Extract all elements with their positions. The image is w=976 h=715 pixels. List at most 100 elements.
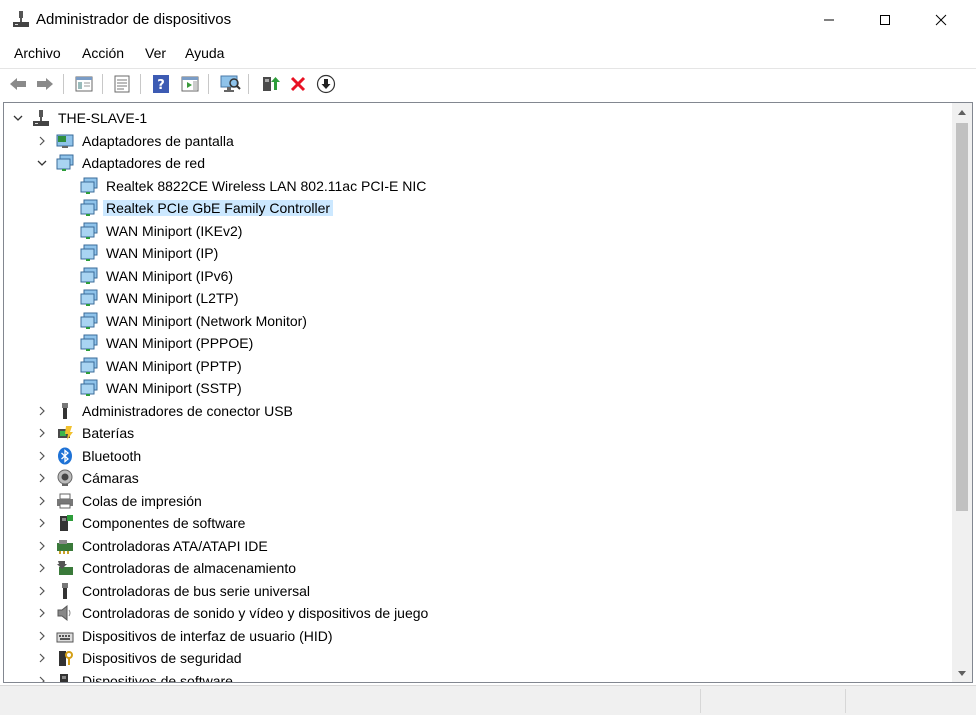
chevron-right-icon[interactable] (36, 630, 48, 642)
action-pane-button[interactable] (178, 72, 202, 96)
tree-category-adaptadores-de-pantalla[interactable]: Adaptadores de pantalla (4, 130, 952, 152)
display-adapter-icon (56, 134, 74, 148)
tree-device-realtek-8822ce[interactable]: Realtek 8822CE Wireless LAN 802.11ac PCI… (4, 175, 952, 197)
tree-category-usb-connector[interactable]: Administradores de conector USB (4, 400, 952, 422)
tree-category-sonido-video-juego[interactable]: Controladoras de sonido y vídeo y dispos… (4, 602, 952, 624)
network-adapter-icon (80, 244, 98, 261)
chevron-right-icon[interactable] (36, 427, 48, 439)
properties-button[interactable] (110, 72, 134, 96)
chevron-down-icon[interactable] (36, 157, 48, 169)
network-adapter-icon (80, 267, 98, 284)
tree-category-ata-atapi-ide[interactable]: Controladoras ATA/ATAPI IDE (4, 535, 952, 557)
scroll-up-button[interactable] (952, 103, 972, 120)
close-button[interactable] (918, 0, 964, 40)
network-adapter-icon (80, 357, 98, 374)
tree-device-label: WAN Miniport (PPTP) (106, 358, 242, 374)
help-button[interactable]: ? (149, 72, 173, 96)
usb-controller-icon (62, 583, 68, 599)
scan-hardware-button[interactable] (218, 72, 242, 96)
computer-icon (33, 110, 49, 126)
forward-button[interactable] (33, 72, 57, 96)
tree-category-adaptadores-de-red[interactable]: Adaptadores de red (4, 152, 952, 174)
device-tree-pane: THE-SLAVE-1 Adaptadores de pantalla Adap… (3, 102, 973, 683)
maximize-icon (880, 15, 890, 25)
forward-icon (37, 78, 53, 90)
chevron-right-icon[interactable] (36, 472, 48, 484)
chevron-right-icon[interactable] (36, 450, 48, 462)
chevron-right-icon[interactable] (36, 652, 48, 664)
battery-icon (58, 426, 73, 440)
tree-device-label: WAN Miniport (PPPOE) (106, 335, 254, 351)
tree-category-label: Controladoras de bus serie universal (82, 583, 311, 599)
chevron-right-icon[interactable] (36, 607, 48, 619)
scroll-down-button[interactable] (952, 665, 972, 682)
chevron-right-icon[interactable] (36, 562, 48, 574)
network-adapter-icon (80, 199, 98, 216)
action-pane-icon (181, 76, 199, 92)
chevron-right-icon[interactable] (36, 675, 48, 682)
tree-device-label-selected: Realtek PCIe GbE Family Controller (103, 200, 334, 216)
tree-category-label: Dispositivos de software (82, 673, 233, 682)
network-adapter-icon (80, 312, 98, 329)
tree-device-label: WAN Miniport (SSTP) (106, 380, 242, 396)
tree-device-wan-network-monitor[interactable]: WAN Miniport (Network Monitor) (4, 310, 952, 332)
chevron-right-icon[interactable] (36, 540, 48, 552)
vertical-scrollbar[interactable] (952, 103, 972, 682)
tree-device-wan-l2tp[interactable]: WAN Miniport (L2TP) (4, 287, 952, 309)
tree-device-label: WAN Miniport (IPv6) (106, 268, 234, 284)
tree-device-label: WAN Miniport (IP) (106, 245, 219, 261)
tree-category-colas-de-impresion[interactable]: Colas de impresión (4, 490, 952, 512)
software-component-icon (60, 515, 73, 531)
scroll-thumb[interactable] (956, 123, 968, 511)
disable-device-button[interactable] (314, 72, 338, 96)
properties-icon (114, 75, 130, 93)
tree-category-label: Controladoras ATA/ATAPI IDE (82, 538, 268, 554)
menu-ayuda[interactable]: Ayuda (183, 45, 226, 61)
network-adapter-icon (80, 289, 98, 306)
update-driver-button[interactable] (258, 72, 282, 96)
status-separator (700, 689, 701, 713)
chevron-right-icon[interactable] (36, 517, 48, 529)
tree-root-label: THE-SLAVE-1 (58, 110, 148, 126)
tree-device-wan-pppoe[interactable]: WAN Miniport (PPPOE) (4, 332, 952, 354)
menu-archivo[interactable]: Archivo (12, 45, 63, 61)
tree-category-hid[interactable]: Dispositivos de interfaz de usuario (HID… (4, 625, 952, 647)
tree-category-label: Cámaras (82, 470, 139, 486)
tree-category-label: Adaptadores de pantalla (82, 133, 234, 149)
chevron-down-icon[interactable] (12, 112, 24, 124)
network-adapter-icon (56, 154, 74, 171)
tree-category-usb-controller[interactable]: Controladoras de bus serie universal (4, 580, 952, 602)
maximize-button[interactable] (862, 0, 908, 40)
menu-ver[interactable]: Ver (143, 45, 168, 61)
tree-device-wan-sstp[interactable]: WAN Miniport (SSTP) (4, 377, 952, 399)
camera-icon (57, 469, 73, 486)
uninstall-device-button[interactable] (286, 72, 310, 96)
tree-category-almacenamiento[interactable]: Controladoras de almacenamiento (4, 557, 952, 579)
show-hide-console-tree-button[interactable] (72, 72, 96, 96)
chevron-right-icon[interactable] (36, 405, 48, 417)
menu-accion[interactable]: Acción (80, 45, 126, 61)
back-button[interactable] (6, 72, 30, 96)
chevron-right-icon[interactable] (36, 135, 48, 147)
chevron-right-icon[interactable] (36, 495, 48, 507)
tree-device-realtek-pcie-gbe[interactable]: Realtek PCIe GbE Family Controller (4, 197, 952, 219)
tree-category-label: Baterías (82, 425, 135, 441)
tree-device-wan-ikev2[interactable]: WAN Miniport (IKEv2) (4, 220, 952, 242)
tree-category-camaras[interactable]: Cámaras (4, 467, 952, 489)
printer-icon (57, 493, 73, 509)
chevron-right-icon[interactable] (36, 585, 48, 597)
device-tree: THE-SLAVE-1 Adaptadores de pantalla Adap… (4, 103, 952, 682)
tree-device-wan-ip[interactable]: WAN Miniport (IP) (4, 242, 952, 264)
tree-device-wan-pptp[interactable]: WAN Miniport (PPTP) (4, 355, 952, 377)
show-hide-console-tree-icon (75, 76, 93, 92)
tree-category-dispositivos-de-software[interactable]: Dispositivos de software (4, 670, 952, 682)
tree-device-wan-ipv6[interactable]: WAN Miniport (IPv6) (4, 265, 952, 287)
tree-root[interactable]: THE-SLAVE-1 (4, 107, 952, 129)
tree-device-label: WAN Miniport (Network Monitor) (106, 313, 307, 329)
tree-category-baterias[interactable]: Baterías (4, 422, 952, 444)
minimize-button[interactable] (806, 0, 852, 40)
tree-category-componentes-de-software[interactable]: Componentes de software (4, 512, 952, 534)
tree-category-bluetooth[interactable]: Bluetooth (4, 445, 952, 467)
tree-category-seguridad[interactable]: Dispositivos de seguridad (4, 647, 952, 669)
scroll-down-arrow-icon (958, 670, 966, 676)
